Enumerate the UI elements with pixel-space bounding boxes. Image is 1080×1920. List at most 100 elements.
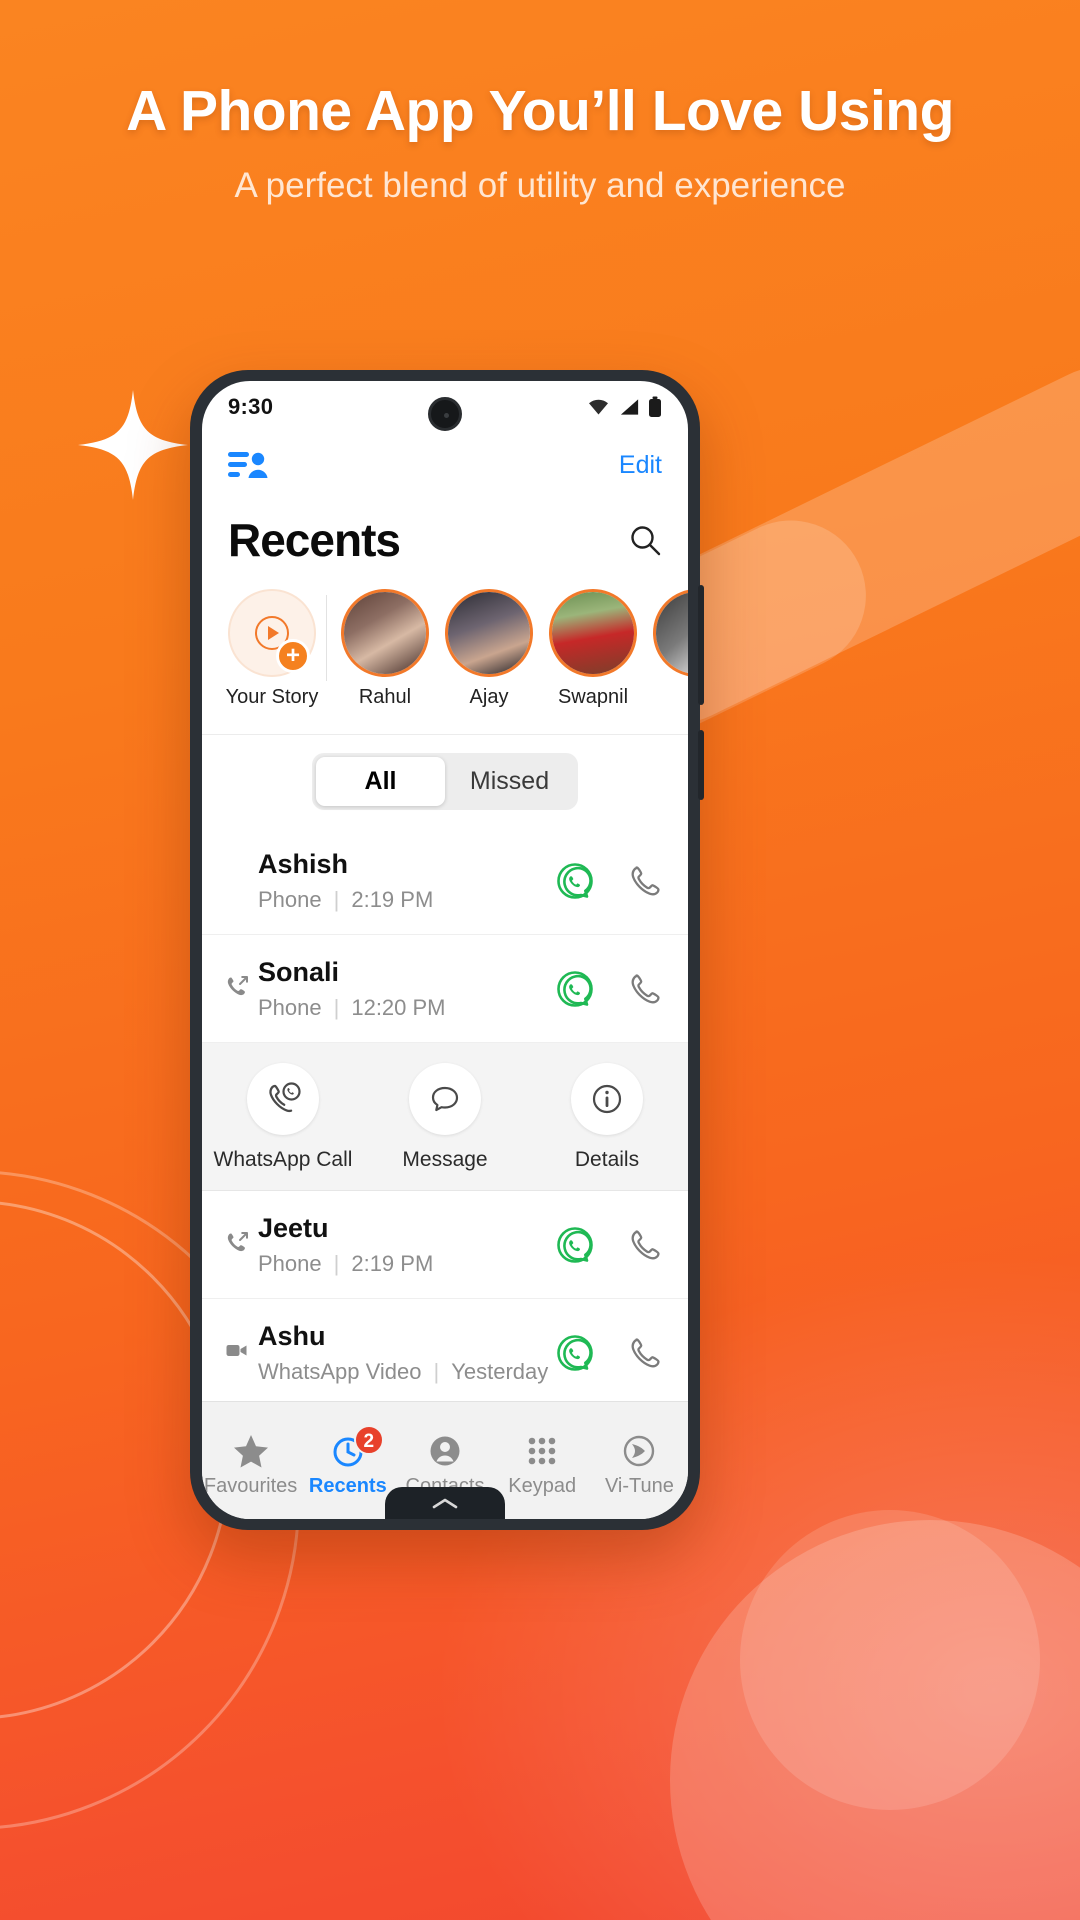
- your-story-avatar[interactable]: +: [228, 589, 316, 677]
- message-bubble-icon[interactable]: [409, 1063, 481, 1135]
- call-name: Ashish: [258, 848, 349, 879]
- expanded-action-row[interactable]: WhatsApp Call Message Details: [202, 1043, 688, 1191]
- call-filter-tabs: All Missed: [202, 735, 688, 827]
- story-item[interactable]: Rahul: [333, 589, 437, 709]
- story-label: Your Story: [225, 686, 319, 708]
- wifi-icon: [589, 399, 608, 415]
- background-blob-small: [740, 1510, 1040, 1810]
- call-direction-icon: [224, 972, 254, 1005]
- battery-icon: [649, 396, 661, 417]
- call-meta: WhatsApp Video | Yesterday: [258, 1359, 556, 1385]
- story-avatar[interactable]: [549, 589, 637, 677]
- nav-item-recents[interactable]: 2 Recents: [299, 1425, 396, 1498]
- table-row[interactable]: Ashish Phone | 2:19 PM: [202, 827, 688, 935]
- call-time: 2:19 PM: [351, 1250, 434, 1276]
- page-subtitle: A perfect blend of utility and experienc…: [234, 166, 846, 205]
- tab-missed[interactable]: Missed: [445, 757, 574, 806]
- chevron-up-icon: [432, 1498, 458, 1509]
- phone-icon[interactable]: [626, 971, 662, 1007]
- action-details[interactable]: Details: [532, 1063, 682, 1172]
- meta-divider: |: [333, 886, 340, 912]
- recents-heading: Recents: [228, 514, 401, 566]
- call-direction-icon: [224, 880, 254, 882]
- sparkle-icon: [78, 390, 188, 500]
- story-item[interactable]: Ajay: [437, 589, 541, 709]
- row-actions[interactable]: [556, 862, 662, 900]
- table-row[interactable]: Sonali Phone | 12:20 PM: [202, 935, 688, 1043]
- whatsapp-call-icon[interactable]: [247, 1063, 319, 1135]
- call-name: Sonali: [258, 956, 340, 987]
- segmented-control[interactable]: All Missed: [312, 752, 578, 810]
- call-time: 12:20 PM: [351, 994, 446, 1020]
- vitune-icon: [591, 1429, 688, 1473]
- call-info: Sonali Phone | 12:20 PM: [258, 957, 556, 1021]
- nav-item-favourites[interactable]: Favourites: [202, 1429, 299, 1498]
- action-label: Message: [402, 1148, 488, 1171]
- recents-title-row: Recents: [202, 497, 688, 583]
- call-source: WhatsApp Video: [258, 1358, 422, 1384]
- search-icon[interactable]: [628, 523, 662, 557]
- story-item[interactable]: S: [645, 589, 688, 709]
- story-label: S: [645, 686, 688, 709]
- star-icon: [202, 1429, 299, 1473]
- nav-label: Favourites: [203, 1475, 298, 1497]
- signal-icon: [620, 399, 639, 415]
- contacts-list-icon[interactable]: [228, 449, 270, 481]
- row-actions[interactable]: [556, 1226, 662, 1264]
- meta-divider: |: [433, 1358, 440, 1384]
- call-source: Phone: [258, 994, 322, 1020]
- phone-icon[interactable]: [626, 863, 662, 899]
- story-your-story[interactable]: + Your Story: [220, 589, 324, 709]
- story-avatar[interactable]: [445, 589, 533, 677]
- action-whatsapp-call[interactable]: WhatsApp Call: [208, 1063, 358, 1172]
- page-title: A Phone App You’ll Love Using: [126, 79, 954, 143]
- stories-carousel[interactable]: + Your Story Rahul Ajay Swapnil S: [202, 583, 688, 735]
- call-time: 2:19 PM: [351, 886, 434, 912]
- table-row[interactable]: Jeetu Phone | 2:19 PM: [202, 1191, 688, 1299]
- info-icon[interactable]: [571, 1063, 643, 1135]
- status-time: 9:30: [228, 394, 274, 419]
- story-item[interactable]: Swapnil: [541, 589, 645, 709]
- recents-clock-icon: 2: [299, 1425, 396, 1473]
- stories-divider: [326, 595, 327, 681]
- bottom-navigation[interactable]: Favourites 2 Recents Contacts Keypad Vi-…: [202, 1401, 688, 1519]
- phone-icon[interactable]: [626, 1335, 662, 1371]
- phone-volume-button: [698, 730, 704, 800]
- story-avatar[interactable]: [341, 589, 429, 677]
- action-message[interactable]: Message: [370, 1063, 520, 1172]
- whatsapp-icon[interactable]: [556, 862, 594, 900]
- call-direction-icon: [224, 1228, 254, 1261]
- phone-screen: 9:30 Edit Recents + Your Story Rahul Aja…: [202, 381, 688, 1519]
- person-icon: [396, 1429, 493, 1473]
- call-meta: Phone | 12:20 PM: [258, 995, 556, 1021]
- nav-item-keypad[interactable]: Keypad: [494, 1429, 591, 1498]
- story-avatar[interactable]: [653, 589, 688, 677]
- front-camera-icon: [428, 397, 462, 431]
- call-info: Jeetu Phone | 2:19 PM: [258, 1213, 556, 1277]
- home-gesture-pill[interactable]: [385, 1487, 505, 1519]
- call-meta: Phone | 2:19 PM: [258, 887, 556, 913]
- action-label: WhatsApp Call: [213, 1148, 353, 1171]
- app-top-bar: Edit: [202, 433, 688, 497]
- meta-divider: |: [333, 1250, 340, 1276]
- tab-all[interactable]: All: [316, 756, 445, 806]
- phone-icon[interactable]: [626, 1227, 662, 1263]
- recents-call-list[interactable]: Ashish Phone | 2:19 PM Sonali Phone | 12…: [202, 827, 688, 1401]
- edit-button[interactable]: Edit: [619, 451, 662, 480]
- whatsapp-icon[interactable]: [556, 1334, 594, 1372]
- table-row[interactable]: Ashu WhatsApp Video | Yesterday: [202, 1299, 688, 1401]
- call-meta: Phone | 2:19 PM: [258, 1251, 556, 1277]
- call-info: Ashish Phone | 2:19 PM: [258, 849, 556, 913]
- story-label: Ajay: [469, 686, 509, 708]
- status-badge: 2: [353, 1425, 384, 1455]
- row-actions[interactable]: [556, 1334, 662, 1372]
- whatsapp-icon[interactable]: [556, 970, 594, 1008]
- story-label: Rahul: [358, 686, 412, 708]
- call-info: Ashu WhatsApp Video | Yesterday: [258, 1321, 556, 1385]
- row-actions[interactable]: [556, 970, 662, 1008]
- add-story-button[interactable]: +: [276, 639, 310, 673]
- call-source: Phone: [258, 1250, 322, 1276]
- call-name: Ashu: [258, 1320, 326, 1351]
- whatsapp-icon[interactable]: [556, 1226, 594, 1264]
- nav-item-vitune[interactable]: Vi-Tune: [591, 1429, 688, 1498]
